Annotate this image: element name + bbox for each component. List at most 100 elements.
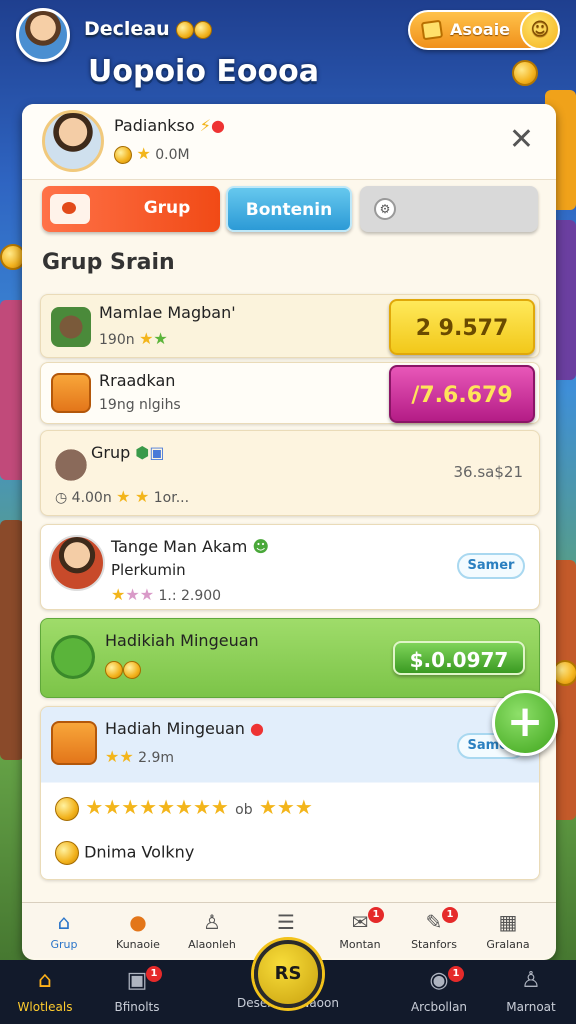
row-title-text: Tange Man Akam <box>111 537 248 556</box>
star-icon: ★★★ <box>258 795 313 819</box>
row-sub-text: 1.: 2.900 <box>158 588 222 604</box>
emoji-icon: ● <box>211 116 225 135</box>
inner-tab-label: Grup <box>50 938 78 951</box>
nav-item-home[interactable]: ⌂ Wlotleals <box>0 966 90 1022</box>
notification-badge: 1 <box>448 966 464 982</box>
coin-icon <box>105 660 123 679</box>
smiley-icon: ☻ <box>252 537 270 556</box>
star-icon: ★ <box>116 487 131 506</box>
close-icon[interactable]: ✕ <box>509 122 534 157</box>
row-sub-text: 190n <box>99 332 135 348</box>
toggle-icon <box>50 194 90 224</box>
row-title-text: Grup <box>91 443 131 462</box>
star-icon: ★ <box>153 329 168 348</box>
nav-label: Wlotleals <box>17 1000 73 1014</box>
add-button[interactable]: + <box>492 690 558 756</box>
list-item[interactable]: Rraadkan 19ng nlgihs /7.6.679 <box>40 362 540 424</box>
emoji-icon: ● <box>250 719 265 738</box>
nav-label: Marnoat <box>506 1000 556 1014</box>
star-icon: ★ <box>125 585 140 604</box>
person-icon: ♙ <box>203 910 221 934</box>
row-sub: 190n ★★ <box>99 329 168 348</box>
row-footer: Dnima Volkny <box>55 841 194 865</box>
bolt-icon: ⚡ <box>199 116 211 135</box>
coin-icon <box>114 146 132 164</box>
nav-label: Arcbollan <box>410 1000 468 1014</box>
avatar[interactable] <box>42 110 104 172</box>
coin-icon <box>176 20 195 39</box>
smiley-coin-icon: ☺ <box>520 10 560 50</box>
star-icon: ★ <box>111 585 126 604</box>
inner-tab-label: Gralana <box>486 938 530 951</box>
notification-badge: 1 <box>442 907 458 923</box>
row-sub: ◷ 4.00n ★ ★ 1or... <box>55 487 189 506</box>
star-rating: ★★★★★★★★ ob ★★★ <box>55 795 313 821</box>
row-title: Mamlae Magban' <box>99 303 236 322</box>
row-title: Tange Man Akam ☻ <box>111 537 269 556</box>
notification-badge: 1 <box>146 966 162 982</box>
list-item[interactable]: Hadikiah Mingeuan $.0.0977 <box>40 618 540 698</box>
background-building <box>0 520 24 760</box>
monster-icon <box>51 635 95 679</box>
treasure-chest-icon <box>51 721 97 765</box>
nav-item-gifts[interactable]: ▣ Bfinolts 1 <box>92 966 182 1022</box>
avatar[interactable] <box>16 8 70 62</box>
username-label: Decleau <box>84 18 213 40</box>
value-button[interactable]: 2 9.577 <box>389 299 535 355</box>
coin-icon <box>55 796 79 821</box>
list-item[interactable]: Tange Man Akam ☻ Plerkumin ★★★ 1.: 2.900… <box>40 524 540 610</box>
inner-tab-kunaoie[interactable]: ● Kunaoie <box>100 907 176 957</box>
nav-item-profile[interactable]: ♙ Marnoat <box>486 966 576 1022</box>
row-title-text: Hadiah Mingeuan <box>105 719 245 738</box>
coin-icon <box>55 841 79 865</box>
list-item[interactable]: Grup ⬢▣ ◷ 4.00n ★ ★ 1or... 36.sa$21 <box>40 430 540 516</box>
box-icon: ▦ <box>498 910 518 934</box>
rs-coin-icon: RS <box>274 963 302 984</box>
shield-icon: ⬢ <box>135 443 150 462</box>
notification-badge: 1 <box>368 907 384 923</box>
tab-grup[interactable]: Grup <box>42 186 220 232</box>
star-icon: ★ <box>134 487 150 506</box>
inner-tab-gralana[interactable]: ▦ Gralana <box>470 907 546 957</box>
list-icon: ☰ <box>277 910 295 934</box>
row-sub: ★★ 2.9m <box>105 747 174 766</box>
page-title: Uopoio Eoooa <box>88 54 319 89</box>
pill-label: Asoaie <box>450 20 511 39</box>
profile-name: Padiankso ⚡● <box>114 116 225 135</box>
star-icon: ★ <box>139 329 154 348</box>
rs-coin-button[interactable]: RS <box>254 940 322 1008</box>
person-icon: ♙ <box>521 968 541 993</box>
section-title: Grup Srain <box>42 250 175 275</box>
value-button[interactable]: $.0.0977 <box>393 641 525 675</box>
profile-header: Padiankso ⚡● ★ 0.0M ✕ <box>22 104 556 180</box>
main-panel: Padiankso ⚡● ★ 0.0M ✕ Grup Bontenin ⚙ Gr… <box>22 104 556 960</box>
list-item[interactable]: Hadiah Mingeuan ● ★★ 2.9m Samer ★★★★★★★★… <box>40 706 540 880</box>
gear-icon: ⚙ <box>374 198 396 220</box>
nav-item-achievements[interactable]: ◉ Arcbollan 1 <box>394 966 484 1022</box>
inner-tab-stanfors[interactable]: ✎ Stanfors 1 <box>396 907 472 957</box>
claim-button[interactable]: Samer <box>457 553 525 579</box>
row-title: Hadikiah Mingeuan <box>105 631 259 650</box>
star-icon: ★★★★★★★★ <box>85 795 229 819</box>
row-sub: 19ng nlgihs <box>99 397 181 413</box>
tab-label: Grup <box>143 198 191 218</box>
star-icon: ★ <box>136 144 151 163</box>
inner-tab-grup[interactable]: ⌂ Grup <box>26 907 102 957</box>
tab-bontenin[interactable]: Bontenin <box>226 186 352 232</box>
star-icon: ★ <box>139 585 155 604</box>
home-icon: ⌂ <box>38 968 52 993</box>
treasure-chest-icon <box>51 373 91 413</box>
row-sub: ★★★ 1.: 2.900 <box>111 585 221 604</box>
profile-stat-text: 0.0M <box>155 147 190 163</box>
currency-pill-button[interactable]: Asoaie ☺ <box>408 10 560 50</box>
inner-tab-montan[interactable]: ✉ Montan 1 <box>322 907 398 957</box>
inner-tab-label: Montan <box>339 938 381 951</box>
inner-tab-alaonleh[interactable]: ♙ Alaonleh <box>174 907 250 957</box>
row-title: Rraadkan <box>99 371 176 390</box>
row-footer-text: Dnima Volkny <box>84 842 195 862</box>
value-button[interactable]: /7.6.679 <box>389 365 535 423</box>
coin-icon <box>194 20 213 39</box>
list-item[interactable]: Mamlae Magban' 190n ★★ 2 9.577 <box>40 294 540 358</box>
inner-tab-label: Kunaoie <box>116 938 160 951</box>
tab-settings[interactable]: ⚙ <box>360 186 538 232</box>
